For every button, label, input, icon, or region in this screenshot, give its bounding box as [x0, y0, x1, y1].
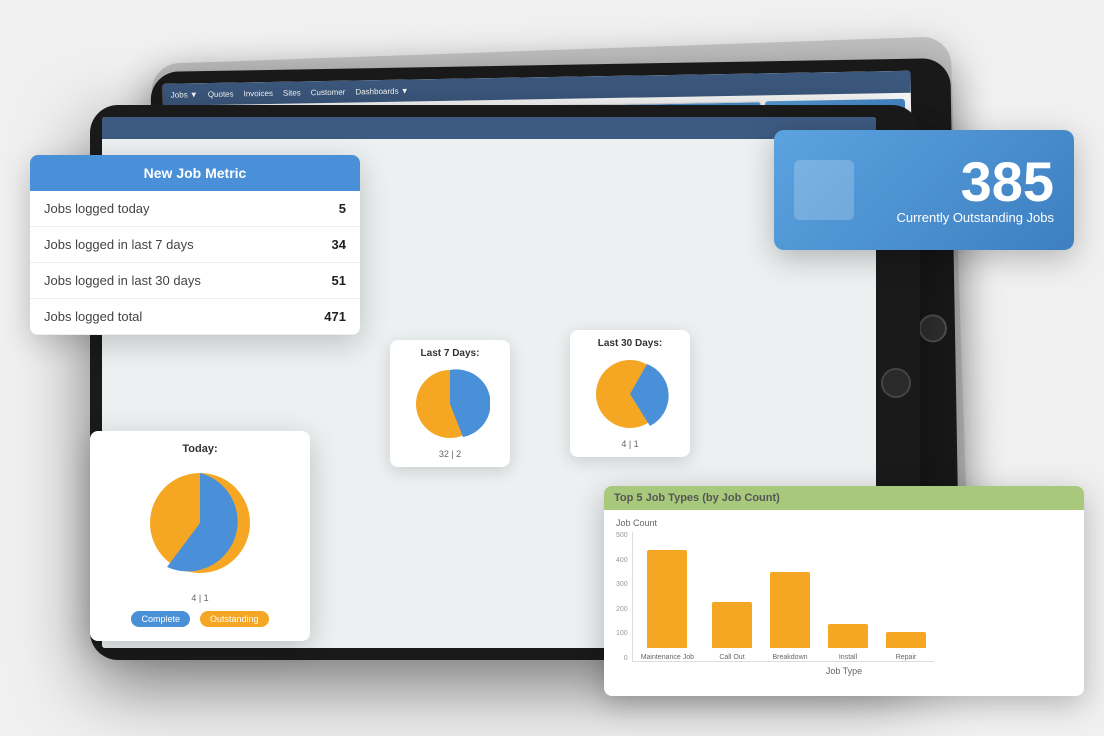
back-nav-invoices: Invoices: [244, 88, 274, 98]
metric-row-30days: Jobs logged in last 30 days 51: [30, 263, 360, 299]
pie-30days-values: 4 | 1: [578, 439, 682, 449]
outstanding-number: 385: [896, 154, 1054, 210]
bar-maintenance-rect: [647, 550, 687, 648]
y-tick-500: 500: [616, 532, 628, 539]
bar-chart-panel: Top 5 Job Types (by Job Count) Job Count…: [604, 486, 1084, 696]
bar-maintenance: Maintenance Job: [641, 550, 694, 661]
front-tablet-home-btn: [881, 368, 911, 398]
outstanding-icon: [794, 160, 854, 220]
pie-outstanding-legend: Outstanding: [200, 611, 269, 627]
new-job-metric-panel: New Job Metric Jobs logged today 5 Jobs …: [30, 155, 360, 335]
bar-repair-label: Repair: [896, 654, 917, 661]
bars-area: Maintenance Job Call Out Breakdown Insta…: [632, 532, 934, 662]
new-job-metric-title: New Job Metric: [30, 155, 360, 191]
bar-breakdown-label: Breakdown: [773, 654, 808, 661]
pie-7days-values: 32 | 2: [398, 449, 502, 459]
back-nav-customer: Customer: [311, 87, 346, 97]
pie-today-panel: Today: 4 | 1 Complete Outstanding: [90, 431, 310, 641]
bar-repair: Repair: [886, 632, 926, 661]
bar-callout-label: Call Out: [719, 654, 744, 661]
pie-today-chart: [140, 463, 260, 583]
bar-chart-y-label: Job Count: [616, 518, 1072, 528]
bar-callout-rect: [712, 602, 752, 648]
bar-install-label: Install: [839, 654, 857, 661]
bar-repair-rect: [886, 632, 926, 648]
bar-chart-title: Top 5 Job Types (by Job Count): [604, 486, 1084, 510]
metric-row-total: Jobs logged total 471: [30, 299, 360, 335]
metric-value-total: 471: [290, 299, 360, 335]
bar-chart-x-label: Job Type: [616, 666, 1072, 676]
back-tablet-home-btn: [919, 314, 947, 342]
y-tick-400: 400: [616, 557, 628, 564]
metric-label-total: Jobs logged total: [30, 299, 290, 335]
bar-breakdown-rect: [770, 572, 810, 648]
metric-value-7days: 34: [290, 227, 360, 263]
metric-label-30days: Jobs logged in last 30 days: [30, 263, 290, 299]
back-nav-dashboards: Dashboards ▼: [355, 86, 408, 96]
bar-maintenance-label: Maintenance Job: [641, 654, 694, 661]
y-tick-200: 200: [616, 606, 628, 613]
bar-breakdown: Breakdown: [770, 572, 810, 661]
pie-30days-chart: [590, 354, 670, 434]
metric-value-30days: 51: [290, 263, 360, 299]
back-nav-sites: Sites: [283, 88, 301, 97]
metric-label-today: Jobs logged today: [30, 191, 290, 227]
bar-install: Install: [828, 624, 868, 661]
back-nav-quotes: Quotes: [208, 89, 234, 98]
metric-label-7days: Jobs logged in last 7 days: [30, 227, 290, 263]
pie-7days-chart: [410, 364, 490, 444]
metric-row-7days: Jobs logged in last 7 days 34: [30, 227, 360, 263]
metric-row-today: Jobs logged today 5: [30, 191, 360, 227]
pie-today-values: 4 | 1: [102, 593, 298, 603]
pie-complete-legend: Complete: [131, 611, 190, 627]
pie-30days-title: Last 30 Days:: [578, 338, 682, 349]
y-tick-300: 300: [616, 581, 628, 588]
outstanding-jobs-panel: 385 Currently Outstanding Jobs: [774, 130, 1074, 250]
y-tick-100: 100: [616, 630, 628, 637]
outstanding-label: Currently Outstanding Jobs: [896, 210, 1054, 227]
pie-7days-panel: Last 7 Days: 32 | 2: [390, 340, 510, 467]
metric-value-today: 5: [290, 191, 360, 227]
bar-callout: Call Out: [712, 602, 752, 661]
pie-30days-panel: Last 30 Days: 4 | 1: [570, 330, 690, 457]
back-nav-jobs: Jobs ▼: [171, 90, 198, 99]
pie-today-title: Today:: [102, 443, 298, 455]
pie-7days-title: Last 7 Days:: [398, 348, 502, 359]
y-tick-0: 0: [624, 655, 628, 662]
bar-install-rect: [828, 624, 868, 648]
